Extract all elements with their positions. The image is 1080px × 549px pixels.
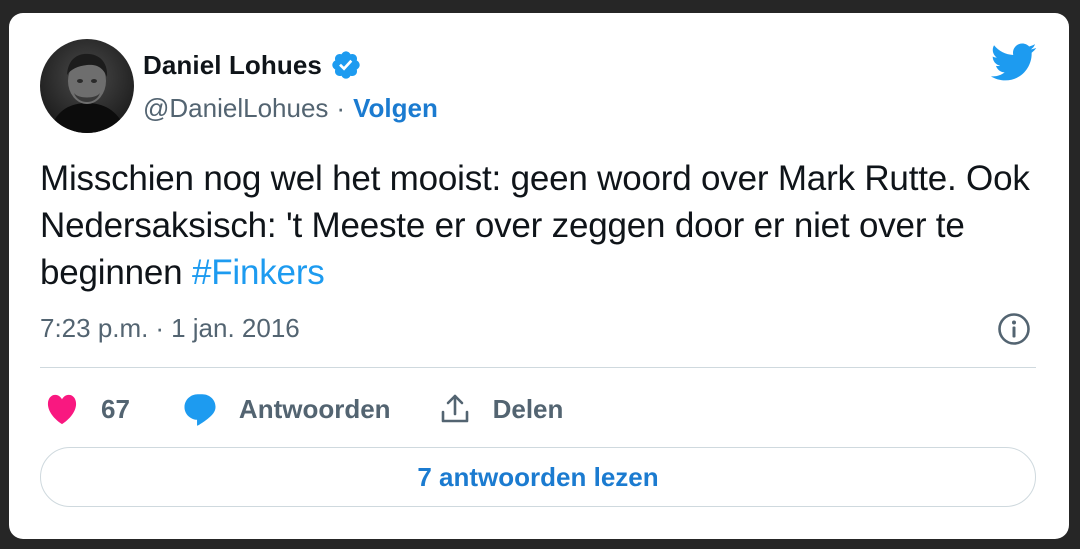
tweet-timestamp[interactable]: 7:23 p.m. · 1 jan. 2016 <box>40 313 300 344</box>
avatar[interactable] <box>40 39 134 133</box>
tweet-body: Misschien nog wel het mooist: geen woord… <box>40 159 1030 292</box>
read-replies-button[interactable]: 7 antwoorden lezen <box>40 447 1036 507</box>
handle-separator: · <box>336 93 346 123</box>
tweet-card: Daniel Lohues @DanielLohues · Volgen Mis… <box>9 13 1069 539</box>
author-handle[interactable]: @DanielLohues <box>143 93 328 124</box>
timestamp-separator: · <box>155 313 165 343</box>
heart-icon <box>47 394 77 425</box>
share-upload-icon <box>441 394 468 423</box>
like-count: 67 <box>101 393 130 424</box>
twitter-bird-icon[interactable] <box>989 42 1037 82</box>
like-button[interactable]: 67 <box>44 393 130 425</box>
avatar-photo <box>40 39 134 133</box>
hashtag-link[interactable]: #Finkers <box>192 253 325 292</box>
read-replies-label: 7 antwoorden lezen <box>417 461 659 492</box>
speech-bubble-icon <box>184 394 216 426</box>
tweet-text: Misschien nog wel het mooist: geen woord… <box>40 155 1030 296</box>
follow-button[interactable]: Volgen <box>353 93 438 124</box>
share-label: Delen <box>492 393 564 424</box>
author-name-row: Daniel Lohues <box>143 49 362 81</box>
reply-button[interactable]: Antwoorden <box>182 392 391 426</box>
tweet-date: 1 jan. 2016 <box>171 313 300 343</box>
verified-badge-icon <box>330 49 362 81</box>
info-icon[interactable] <box>997 312 1031 346</box>
author-display-name[interactable]: Daniel Lohues <box>143 50 322 81</box>
share-button[interactable]: Delen <box>439 393 564 425</box>
action-bar: 67 Antwoorden Delen <box>44 389 563 429</box>
author-handle-row: @DanielLohues · Volgen <box>143 93 438 124</box>
tweet-time: 7:23 p.m. <box>40 313 149 343</box>
divider <box>40 367 1036 368</box>
reply-label: Antwoorden <box>238 393 391 424</box>
